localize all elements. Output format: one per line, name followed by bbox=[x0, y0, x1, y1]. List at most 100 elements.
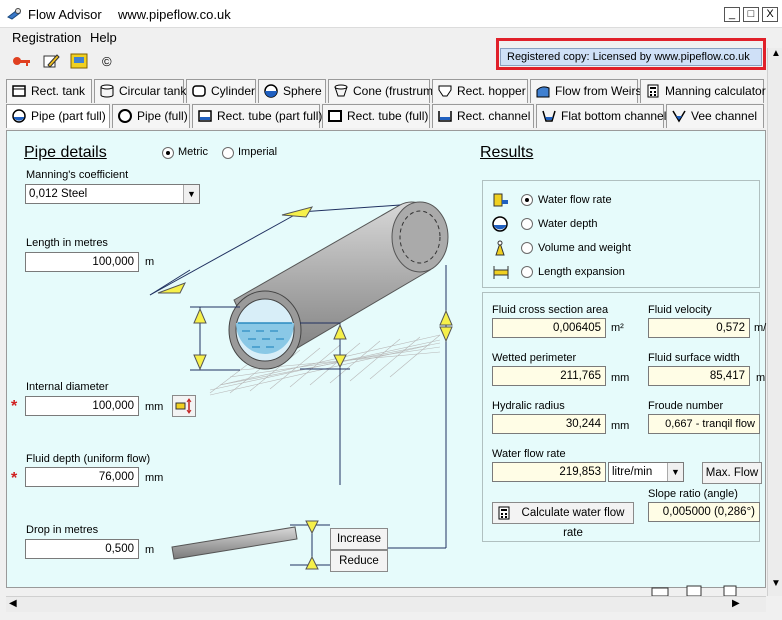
window-title: Flow Advisor bbox=[28, 7, 102, 22]
tab-label: Cone (frustrum) bbox=[353, 84, 438, 98]
metric-label: Metric bbox=[178, 146, 208, 158]
tab-vee-channel[interactable]: Vee channel bbox=[666, 104, 764, 128]
tab-cylinder[interactable]: Cylinder bbox=[186, 79, 256, 103]
tab-label: Rect. hopper bbox=[457, 84, 526, 98]
velocity-unit: m/ bbox=[754, 322, 767, 334]
key-icon[interactable] bbox=[12, 54, 32, 68]
tab-label: Rect. tube (part full) bbox=[217, 109, 323, 123]
diameter-input[interactable]: 100,000 bbox=[25, 396, 139, 416]
area-output: 0,006405 bbox=[492, 318, 606, 338]
flow-rate-icon bbox=[493, 193, 508, 207]
length-expansion-icon bbox=[493, 266, 509, 279]
tab-label: Cylinder bbox=[211, 84, 256, 98]
tab-pipe-full[interactable]: Pipe (full) bbox=[112, 104, 190, 128]
scroll-right-icon[interactable]: ▶ bbox=[732, 598, 740, 609]
slope-output: 0,005000 (0,286°) bbox=[648, 502, 760, 522]
tab-rect-tube-full[interactable]: Rect. tube (full) bbox=[322, 104, 430, 128]
flow-rate-label: Water flow rate bbox=[492, 448, 566, 460]
flat-bottom-channel-icon bbox=[542, 110, 556, 122]
menu-help[interactable]: Help bbox=[90, 30, 117, 45]
pipe-details-heading: Pipe details bbox=[24, 144, 107, 161]
required-marker: * bbox=[11, 398, 18, 415]
horizontal-scrollbar[interactable]: ◀ ▶ bbox=[6, 596, 766, 612]
calculate-flow-button[interactable]: Calculate water flow rate bbox=[492, 502, 634, 539]
scroll-left-icon[interactable]: ◀ bbox=[9, 598, 17, 609]
scroll-down-icon[interactable]: ▼ bbox=[771, 578, 781, 589]
pipe-full-icon bbox=[118, 109, 132, 123]
flow-rate-output: 219,853 bbox=[492, 462, 606, 482]
help-book-icon[interactable] bbox=[70, 53, 88, 69]
tab-sphere[interactable]: Sphere bbox=[258, 79, 326, 103]
tab-label: Circular tank bbox=[119, 84, 187, 98]
volume-weight-icon bbox=[495, 240, 505, 256]
tab-label: Rect. tank bbox=[31, 84, 86, 98]
imperial-radio[interactable] bbox=[222, 147, 234, 159]
radius-unit: mm bbox=[611, 420, 630, 432]
manning-label: Manning's coefficient bbox=[26, 169, 129, 181]
edit-icon[interactable] bbox=[42, 53, 60, 69]
tab-label: Rect. tube (full) bbox=[347, 109, 429, 123]
menu-registration[interactable]: Registration bbox=[12, 30, 81, 45]
sphere-icon bbox=[264, 84, 278, 98]
save-icon[interactable] bbox=[684, 584, 704, 596]
scroll-up-icon[interactable]: ▲ bbox=[771, 48, 781, 59]
water-flow-rate-radio[interactable] bbox=[521, 194, 533, 206]
length-expansion-label: Length expansion bbox=[538, 266, 625, 278]
minimize-button[interactable]: _ bbox=[724, 7, 740, 22]
manning-value: 0,012 Steel bbox=[29, 188, 88, 200]
vertical-scrollbar[interactable]: ▲ ▼ bbox=[767, 48, 782, 596]
circular-tank-icon bbox=[100, 84, 114, 98]
tab-circular-tank[interactable]: Circular tank bbox=[94, 79, 187, 103]
volume-weight-radio[interactable] bbox=[521, 242, 533, 254]
tab-manning-calculator[interactable]: Manning calculator bbox=[640, 79, 766, 103]
copyright-icon[interactable]: © bbox=[102, 54, 112, 69]
surface-width-unit: m bbox=[756, 372, 766, 384]
hopper-icon bbox=[438, 85, 452, 97]
tab-rect-hopper[interactable]: Rect. hopper bbox=[432, 79, 528, 103]
radius-label: Hydralic radius bbox=[492, 400, 565, 412]
tab-cone[interactable]: Cone (frustrum) bbox=[328, 79, 437, 103]
tab-label: Rect. channel bbox=[457, 109, 531, 123]
print-icon[interactable] bbox=[650, 584, 670, 596]
tab-flat-bottom-channel[interactable]: Flat bottom channel bbox=[536, 104, 667, 128]
radius-output: 30,244 bbox=[492, 414, 606, 434]
diameter-label: Internal diameter bbox=[26, 381, 109, 393]
tab-rect-tube-part-full[interactable]: Rect. tube (part full) bbox=[192, 104, 323, 128]
cone-icon bbox=[334, 84, 348, 97]
volume-weight-label: Volume and weight bbox=[538, 242, 631, 254]
length-expansion-radio[interactable] bbox=[521, 266, 533, 278]
drop-input[interactable]: 0,500 bbox=[25, 539, 139, 559]
velocity-label: Fluid velocity bbox=[648, 304, 712, 316]
water-flow-rate-label: Water flow rate bbox=[538, 194, 612, 206]
tab-label: Flow from Weirs bbox=[555, 84, 642, 98]
froude-output: 0,667 - tranqil flow bbox=[648, 414, 760, 434]
title-bar: Flow Advisor www.pipeflow.co.uk _ □ X bbox=[0, 0, 782, 28]
length-label: Length in metres bbox=[26, 237, 108, 249]
water-depth-radio[interactable] bbox=[521, 218, 533, 230]
tab-label: Pipe (part full) bbox=[31, 109, 106, 123]
tab-label: Flat bottom channel bbox=[561, 109, 667, 123]
surface-width-output: 85,417 bbox=[648, 366, 750, 386]
metric-radio[interactable] bbox=[162, 147, 174, 159]
max-flow-button[interactable]: Max. Flow bbox=[702, 462, 762, 484]
froude-label: Froude number bbox=[648, 400, 724, 412]
pipe-diagram bbox=[149, 201, 453, 570]
close-button[interactable]: X bbox=[762, 7, 778, 22]
chevron-down-icon[interactable]: ▼ bbox=[667, 463, 683, 481]
maximize-button[interactable]: □ bbox=[743, 7, 759, 22]
tab-pipe-part-full[interactable]: Pipe (part full) bbox=[6, 104, 110, 128]
calculator-icon bbox=[647, 84, 659, 98]
tab-rect-tank[interactable]: Rect. tank bbox=[6, 79, 92, 103]
app-icon bbox=[7, 8, 21, 20]
area-label: Fluid cross section area bbox=[492, 304, 609, 316]
area-unit: m² bbox=[611, 322, 624, 334]
length-input[interactable]: 100,000 bbox=[25, 252, 139, 272]
surface-width-label: Fluid surface width bbox=[648, 352, 740, 364]
perimeter-label: Wetted perimeter bbox=[492, 352, 577, 364]
flow-unit-select[interactable]: litre/min ▼ bbox=[608, 462, 684, 482]
depth-input[interactable]: 76,000 bbox=[25, 467, 139, 487]
tab-flow-from-weirs[interactable]: Flow from Weirs bbox=[530, 79, 642, 103]
tab-rect-channel[interactable]: Rect. channel bbox=[432, 104, 534, 128]
vee-channel-icon bbox=[672, 110, 686, 123]
copy-icon[interactable] bbox=[720, 584, 740, 596]
